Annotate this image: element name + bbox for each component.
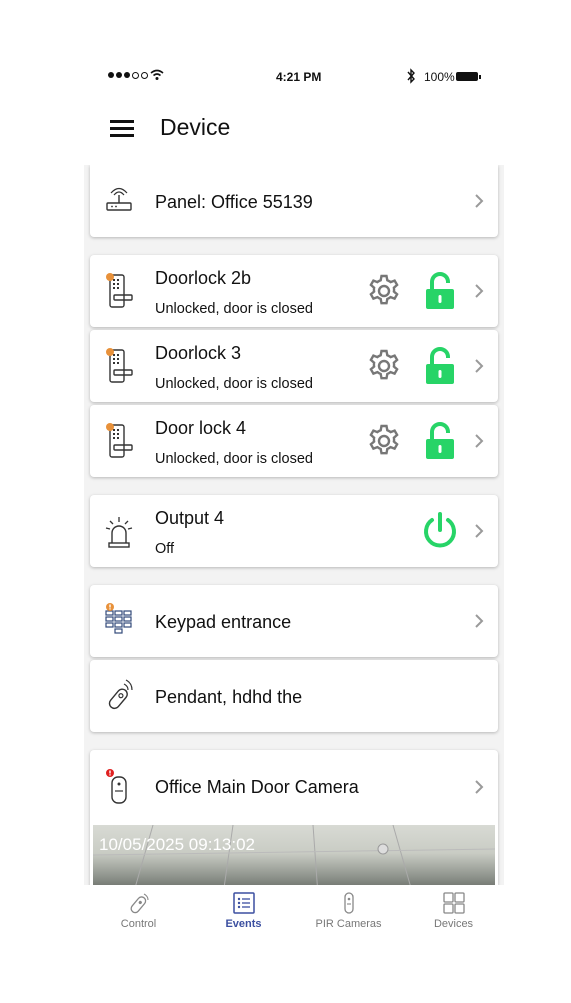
siren-icon (105, 517, 133, 548)
events-list-icon (232, 892, 255, 914)
signal-icon (108, 72, 148, 79)
nav-label: Control (120, 918, 157, 930)
device-card-keypad[interactable]: Keypad entrance (90, 585, 498, 657)
device-list[interactable]: Panel: Office 55139 Doorlock 2b Unlocked… (84, 165, 504, 885)
battery-icon (456, 72, 481, 81)
device-name: Keypad entrance (155, 612, 292, 632)
unlocked-icon[interactable] (424, 421, 456, 461)
gear-icon[interactable] (366, 273, 402, 309)
wifi-icon (150, 69, 164, 80)
pendant-icon (108, 679, 133, 710)
keypad-icon (105, 603, 132, 634)
device-status: Unlocked, door is closed (155, 451, 313, 467)
camera-snapshot[interactable]: 10/05/2025 09:13:02 (93, 825, 495, 885)
doorlock-icon (106, 273, 133, 308)
device-name: Doorlock 2b (155, 268, 252, 288)
nav-events[interactable]: Events (191, 890, 296, 930)
device-card-doorlock[interactable]: Doorlock 2b Unlocked, door is closed (90, 255, 498, 327)
unlocked-icon[interactable] (424, 271, 456, 311)
app-header: Device (110, 110, 490, 150)
battery-percent: 100% (424, 70, 455, 84)
gear-icon[interactable] (366, 423, 402, 459)
device-status: Unlocked, door is closed (155, 376, 313, 392)
doorlock-icon (106, 348, 133, 383)
nav-control[interactable]: Control (86, 890, 191, 930)
doorlock-icon (106, 423, 133, 458)
bluetooth-icon (407, 68, 415, 84)
nav-label: Devices (433, 918, 474, 930)
device-status: Off (155, 541, 175, 557)
device-card-output[interactable]: Output 4 Off (90, 495, 498, 567)
chevron-right-icon[interactable] (474, 613, 484, 629)
device-name: Pendant, hdhd the (155, 687, 303, 707)
hamburger-menu-icon[interactable] (110, 120, 134, 138)
clock: 4:21 PM (276, 70, 322, 84)
chevron-right-icon[interactable] (474, 433, 484, 449)
device-name: Doorlock 3 (155, 343, 242, 363)
power-icon[interactable] (420, 511, 460, 551)
camera-timestamp: 10/05/2025 09:13:02 (99, 835, 255, 854)
bottom-nav: Control Events PIR Cameras Devices (86, 886, 506, 946)
chevron-right-icon[interactable] (474, 779, 484, 795)
device-name: Door lock 4 (155, 418, 247, 438)
device-name: Output 4 (155, 508, 225, 528)
device-status: Unlocked, door is closed (155, 301, 313, 317)
nav-label: Events (225, 918, 262, 930)
chevron-right-icon[interactable] (474, 358, 484, 374)
device-name: Panel: Office 55139 (155, 192, 313, 212)
device-card-pendant[interactable]: Pendant, hdhd the (90, 660, 498, 732)
status-bar: 4:21 PM 100% (108, 68, 482, 86)
router-icon (106, 187, 132, 211)
gear-icon[interactable] (366, 348, 402, 384)
device-card-panel[interactable]: Panel: Office 55139 (90, 165, 498, 237)
chevron-right-icon[interactable] (474, 523, 484, 539)
pir-camera-icon (343, 892, 354, 914)
unlocked-icon[interactable] (424, 346, 456, 386)
nav-label: PIR Cameras (315, 918, 382, 930)
device-card-doorlock[interactable]: Doorlock 3 Unlocked, door is closed (90, 330, 498, 402)
nav-pir-cameras[interactable]: PIR Cameras (296, 890, 401, 930)
page-title: Device (160, 114, 231, 140)
ceiling-grid (93, 825, 495, 885)
chevron-right-icon[interactable] (474, 193, 484, 209)
grid-icon (442, 892, 465, 914)
pir-camera-icon (106, 769, 127, 804)
device-card-doorlock[interactable]: Door lock 4 Unlocked, door is closed (90, 405, 498, 477)
device-name: Office Main Door Camera (155, 777, 359, 797)
chevron-right-icon[interactable] (474, 283, 484, 299)
nav-devices[interactable]: Devices (401, 890, 506, 930)
remote-icon (129, 893, 149, 914)
